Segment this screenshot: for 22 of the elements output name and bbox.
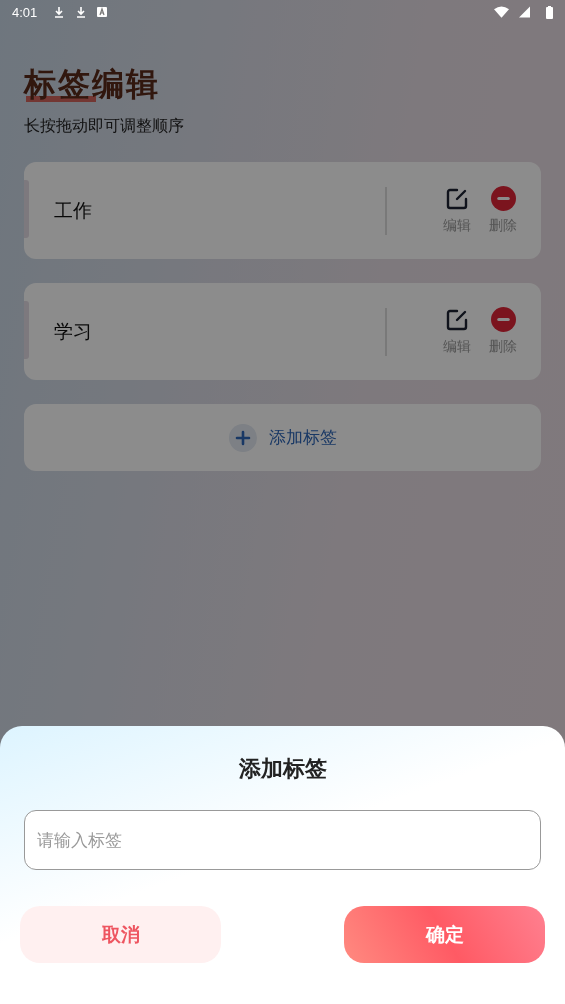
status-time: 4:01 xyxy=(12,4,38,20)
page-subtitle: 长按拖动即可调整顺序 xyxy=(24,116,185,137)
confirm-button[interactable]: 确定 xyxy=(344,906,545,963)
dialog-title: 添加标签 xyxy=(237,755,328,783)
edit-icon xyxy=(445,186,469,211)
cancel-button[interactable]: 取消 xyxy=(20,906,221,963)
plus-icon xyxy=(228,423,257,452)
wifi-icon xyxy=(494,6,509,18)
download-icon xyxy=(53,6,66,18)
tag-input-field[interactable]: 请输入标签 xyxy=(24,810,541,870)
add-tag-button[interactable]: 添加标签 xyxy=(24,404,541,471)
drag-handle[interactable] xyxy=(24,301,29,359)
edit-icon xyxy=(445,307,469,332)
battery-icon xyxy=(546,5,553,19)
tag-name: 学习 xyxy=(54,318,93,344)
download-icon xyxy=(75,6,88,18)
minus-circle-icon xyxy=(490,186,516,211)
signal-icon xyxy=(519,6,530,18)
app-icon xyxy=(97,7,108,17)
drag-handle[interactable] xyxy=(24,180,29,238)
tag-name: 工作 xyxy=(54,197,93,223)
minus-circle-icon xyxy=(490,307,516,332)
